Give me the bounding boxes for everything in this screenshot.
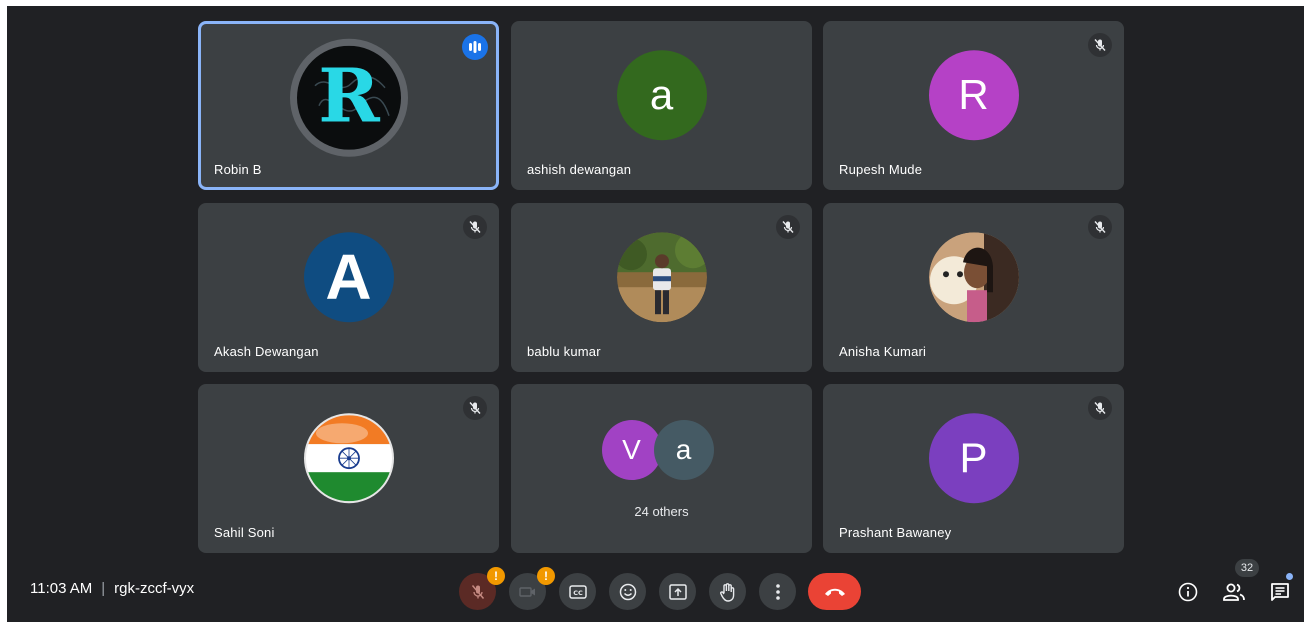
leave-call-button[interactable] [808,573,861,610]
raise-hand-button[interactable] [709,573,746,610]
meeting-code[interactable]: rgk-zccf-vyx [114,580,194,597]
mic-muted-icon [776,215,800,239]
meeting-info: 11:03 AM | rgk-zccf-vyx [30,580,194,597]
speaking-indicator-icon [462,34,488,60]
avatar-photo [928,231,1019,322]
svg-text:R: R [318,53,380,139]
closed-captions-icon: CC [568,584,587,599]
avatar: V [601,420,662,480]
mic-muted-icon [463,215,487,239]
mic-muted-icon [463,396,487,420]
end-call-icon [824,588,845,596]
participant-name: Rupesh Mude [839,162,923,177]
avatar: P [928,412,1019,503]
avatar: a [653,420,714,480]
meeting-window: R Robin B a ashish dewangan R Rupesh Mud… [7,6,1304,622]
info-icon [1178,582,1198,602]
mic-muted-icon [1088,396,1112,420]
raise-hand-icon [719,582,734,602]
others-tile[interactable]: V a 24 others [511,384,812,553]
participant-tile-robin[interactable]: R Robin B [198,21,499,190]
avatar: a [616,49,707,140]
people-icon [1223,583,1245,601]
participant-name: Anisha Kumari [839,344,927,359]
mic-off-icon [471,584,484,599]
camera-off-icon [518,586,535,597]
more-options-button[interactable] [759,573,796,610]
avatar: R [289,38,408,157]
people-button[interactable] [1221,579,1247,605]
emoji-icon [619,583,636,600]
participant-tile-bablu[interactable]: bablu kumar [511,203,812,372]
participant-name: Sahil Soni [214,525,275,540]
captions-button[interactable]: CC [559,573,596,610]
mic-muted-icon [1088,33,1112,57]
reactions-button[interactable] [609,573,646,610]
mic-toggle-button[interactable]: ! [459,567,505,610]
others-avatars: V a [601,420,722,482]
others-count-label: 24 others [634,504,689,519]
camera-warning-badge: ! [537,567,555,585]
participant-tile-rupesh[interactable]: R Rupesh Mude [823,21,1124,190]
mic-warning-badge: ! [487,567,505,585]
avatar: R [928,49,1019,140]
present-screen-icon [668,583,687,600]
avatar-photo [616,231,707,322]
participant-name: ashish dewangan [527,162,632,177]
svg-text:CC: CC [573,589,583,597]
more-options-icon [775,583,780,600]
participant-name: Akash Dewangan [214,344,319,359]
chat-icon [1271,583,1289,601]
participant-tile-anisha[interactable]: Anisha Kumari [823,203,1124,372]
meeting-details-button[interactable] [1175,579,1201,605]
chat-notification-dot [1286,573,1293,580]
divider: | [101,580,106,597]
participant-name: Robin B [214,162,262,177]
meeting-time: 11:03 AM [30,580,93,597]
chat-button[interactable] [1267,579,1293,605]
participant-tile-sahil[interactable]: Sahil Soni [198,384,499,553]
avatar: A [303,231,394,322]
participant-count-badge: 32 [1235,559,1259,577]
camera-toggle-button[interactable]: ! [509,567,555,610]
participant-name: Prashant Bawaney [839,525,952,540]
participant-tile-prashant[interactable]: P Prashant Bawaney [823,384,1124,553]
participant-tile-ashish[interactable]: a ashish dewangan [511,21,812,190]
present-button[interactable] [659,573,696,610]
participant-name: bablu kumar [527,344,601,359]
mic-muted-icon [1088,215,1112,239]
india-flag-icon [303,412,394,503]
participant-tile-akash[interactable]: A Akash Dewangan [198,203,499,372]
